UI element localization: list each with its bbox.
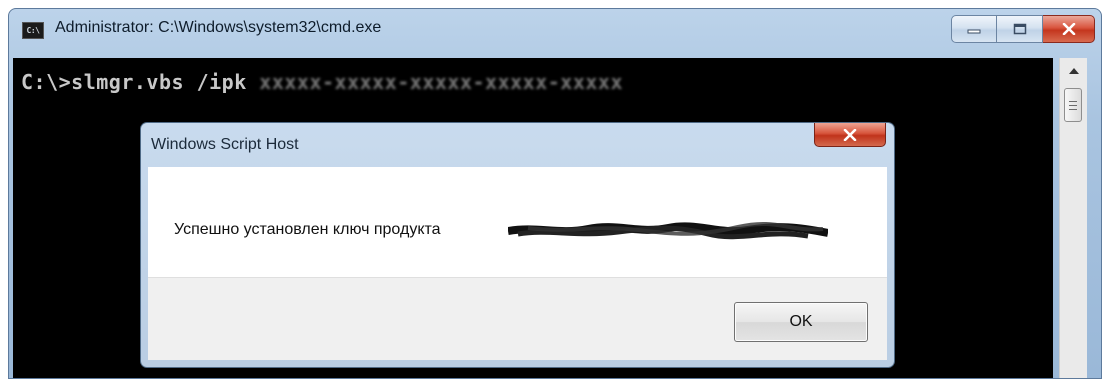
- cmd-icon: C:\: [22, 22, 44, 39]
- minimize-button[interactable]: [951, 15, 997, 43]
- dialog-body: Успешно установлен ключ продукта: [148, 167, 887, 277]
- command-text: C:\>slmgr.vbs /ipk: [21, 70, 247, 94]
- redacted-product-key: xxxxx-xxxxx-xxxxx-xxxxx-xxxxx: [259, 70, 623, 94]
- maximize-icon: [1013, 23, 1026, 35]
- close-button[interactable]: [1043, 15, 1095, 43]
- minimize-icon: [967, 29, 981, 34]
- vertical-scrollbar[interactable]: [1059, 58, 1087, 378]
- close-icon: [843, 128, 857, 141]
- window-title: Administrator: C:\Windows\system32\cmd.e…: [55, 19, 382, 36]
- cmd-title-bar[interactable]: C:\ Administrator: C:\Windows\system32\c…: [9, 9, 1101, 59]
- ok-button[interactable]: OK: [734, 302, 868, 342]
- dialog-close-button[interactable]: [814, 123, 886, 147]
- command-line: C:\>slmgr.vbs /ipk xxxxx-xxxxx-xxxxx-xxx…: [21, 70, 623, 94]
- arrow-up-icon: [1068, 68, 1079, 74]
- dialog-footer: OK: [148, 277, 887, 360]
- maximize-button[interactable]: [997, 15, 1043, 43]
- dialog-message: Успешно установлен ключ продукта: [174, 221, 441, 238]
- scroll-thumb[interactable]: [1064, 88, 1082, 122]
- window-controls: [951, 15, 1095, 43]
- script-host-dialog: Windows Script Host Успешно установлен к…: [140, 122, 895, 368]
- close-icon: [1062, 23, 1075, 35]
- dialog-title: Windows Script Host: [151, 136, 299, 153]
- scroll-up-button[interactable]: [1060, 58, 1087, 84]
- redacted-key-scribble: [508, 222, 828, 240]
